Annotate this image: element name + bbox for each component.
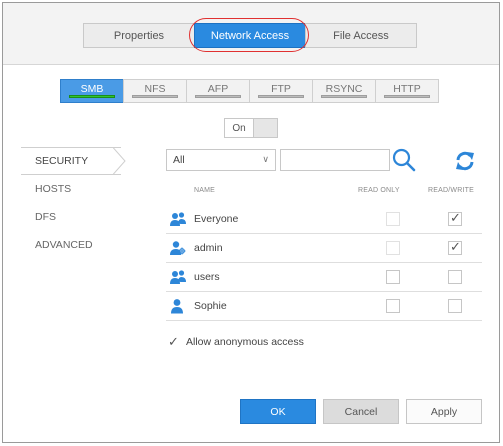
- table-header: NAME READ ONLY READ/WRITE: [166, 181, 482, 201]
- read-only-checkbox[interactable]: [386, 212, 400, 226]
- filter-select-value: All: [173, 154, 185, 166]
- read-only-checkbox[interactable]: [386, 270, 400, 284]
- group-icon: [170, 270, 186, 284]
- protocol-tabs: SMB NFS AFP FTP RSYNC HTTP: [60, 79, 439, 103]
- sidebar-item-label: DFS: [35, 211, 56, 223]
- read-write-checkbox[interactable]: [448, 270, 462, 284]
- protocol-status-bar: [321, 95, 367, 98]
- filter-select[interactable]: All ∨: [166, 149, 276, 171]
- protocol-label: AFP: [207, 83, 229, 95]
- protocol-enable-toggle[interactable]: On: [224, 118, 278, 138]
- sidebar-item-label: SECURITY: [35, 155, 89, 167]
- protocol-status-bar: [69, 95, 115, 98]
- read-write-checkbox[interactable]: ✓: [448, 239, 462, 255]
- table-row: users: [166, 263, 482, 292]
- search-input[interactable]: [280, 149, 390, 171]
- table-row: Everyone ✓: [166, 205, 482, 234]
- refresh-button[interactable]: [453, 149, 477, 173]
- protocol-tab-ftp[interactable]: FTP: [249, 79, 313, 103]
- protocol-label: RSYNC: [325, 83, 363, 95]
- protocol-tab-http[interactable]: HTTP: [375, 79, 439, 103]
- column-header-read-write: READ/WRITE: [428, 187, 474, 194]
- cancel-button[interactable]: Cancel: [323, 399, 399, 424]
- sidebar-item-security[interactable]: SECURITY: [21, 147, 141, 175]
- checkmark-icon: ✓: [450, 239, 461, 254]
- chevron-down-icon: ∨: [262, 154, 269, 164]
- protocol-status-bar: [384, 95, 430, 98]
- table-row: admin ✓: [166, 234, 482, 263]
- tab-file-access[interactable]: File Access: [305, 23, 417, 48]
- tab-network-access[interactable]: Network Access: [194, 23, 306, 48]
- checkmark-icon: ✓: [450, 210, 461, 225]
- protocol-label: HTTP: [393, 83, 421, 95]
- sidebar-item-label: HOSTS: [35, 183, 72, 195]
- read-write-checkbox[interactable]: [448, 299, 462, 313]
- protocol-tab-afp[interactable]: AFP: [186, 79, 250, 103]
- protocol-label: FTP: [271, 83, 291, 95]
- permissions-table: Everyone ✓ admin ✓ users Sophie: [166, 205, 482, 321]
- protocol-status-bar: [258, 95, 304, 98]
- table-row: Sophie: [166, 292, 482, 321]
- protocol-label: NFS: [144, 83, 166, 95]
- protocol-status-bar: [195, 95, 241, 98]
- column-header-name: NAME: [194, 187, 216, 194]
- read-only-checkbox[interactable]: [386, 299, 400, 313]
- anonymous-access-label: Allow anonymous access: [186, 336, 304, 348]
- search-button[interactable]: [391, 147, 417, 173]
- user-icon: [171, 299, 183, 314]
- read-write-checkbox[interactable]: ✓: [448, 210, 462, 226]
- protocol-status-bar: [132, 95, 178, 98]
- sidebar-item-dfs[interactable]: DFS: [21, 203, 141, 231]
- toggle-knob[interactable]: [254, 118, 278, 138]
- admin-user-icon: [170, 241, 186, 255]
- sidebar-item-hosts[interactable]: HOSTS: [21, 175, 141, 203]
- top-tab-bar: Properties Network Access File Access: [3, 3, 499, 65]
- row-name: admin: [194, 242, 223, 254]
- network-access-dialog: Properties Network Access File Access SM…: [2, 2, 500, 443]
- row-name: Everyone: [194, 213, 239, 225]
- sidebar-item-advanced[interactable]: ADVANCED: [21, 231, 141, 259]
- top-tabs: Properties Network Access File Access: [83, 23, 417, 48]
- sidebar: SECURITY HOSTS DFS ADVANCED: [21, 147, 141, 259]
- row-name: users: [194, 271, 220, 283]
- protocol-tab-rsync[interactable]: RSYNC: [312, 79, 376, 103]
- sidebar-active-arrow-icon: [113, 147, 126, 175]
- ok-button[interactable]: OK: [240, 399, 316, 424]
- row-name: Sophie: [194, 300, 227, 312]
- tab-properties[interactable]: Properties: [83, 23, 195, 48]
- refresh-icon: [456, 151, 474, 171]
- apply-button[interactable]: Apply: [406, 399, 482, 424]
- checkmark-icon[interactable]: ✓: [168, 334, 179, 350]
- toggle-on-label: On: [224, 118, 254, 138]
- protocol-tab-nfs[interactable]: NFS: [123, 79, 187, 103]
- protocol-label: SMB: [80, 83, 104, 95]
- column-header-read-only: READ ONLY: [358, 187, 400, 194]
- protocol-tab-smb[interactable]: SMB: [60, 79, 124, 103]
- group-icon: [170, 212, 186, 226]
- sidebar-item-label: ADVANCED: [35, 239, 93, 251]
- search-icon: [392, 148, 416, 172]
- read-only-checkbox[interactable]: [386, 241, 400, 255]
